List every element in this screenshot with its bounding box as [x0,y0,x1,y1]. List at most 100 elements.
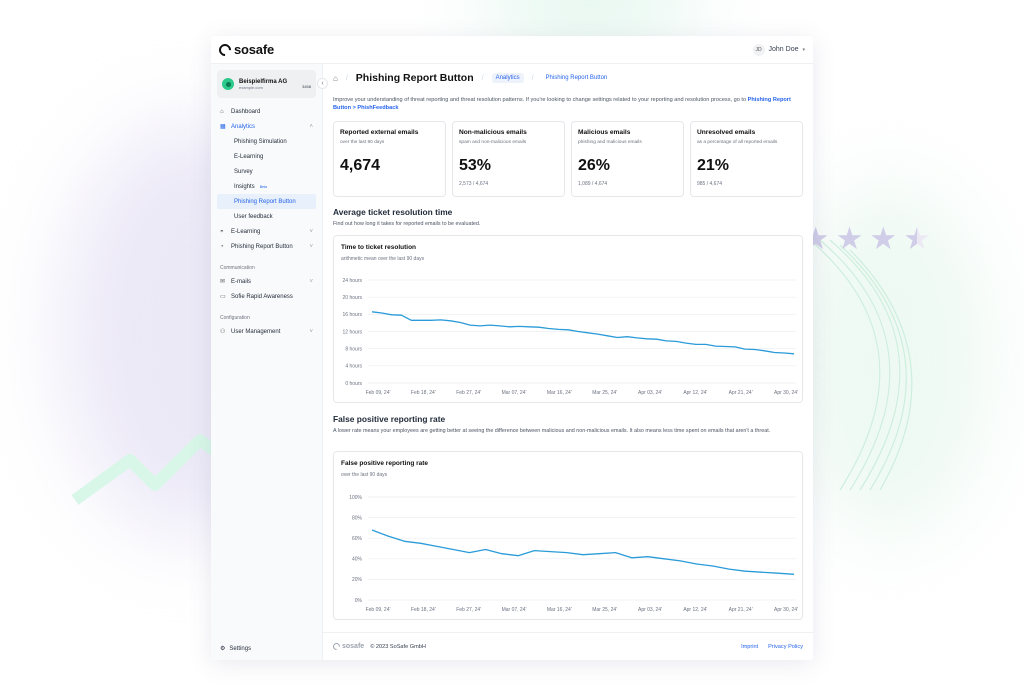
chart-resolution-time: Time to ticket resolution arithmetic mea… [333,235,803,403]
beta-badge: Beta [259,184,267,189]
org-switcher[interactable]: Beispielfirma AG example.com 3458 [217,70,316,98]
x-tick-label: Mar 16, 24' [547,607,572,613]
footer-logo-text: sosafe [342,643,365,650]
sidebar-item-e-learning[interactable]: ◓ E-Learning ˅ [211,224,322,239]
logo-text: sosafe [234,42,274,57]
stat-card: Unresolved emails as a percentage of all … [690,121,803,197]
x-tick-label: Apr 30, 24' [774,390,798,396]
x-tick-label: Apr 03, 24' [638,390,662,396]
section-title-false-positive: False positive reporting rate [333,414,446,424]
x-tick-label: Mar 07, 24' [502,390,527,396]
chevron-down-icon: ˅ [309,243,313,250]
sidebar-item-dashboard[interactable]: ⌂ Dashboard [211,104,322,119]
sidebar-item-label: Phishing Report Button [231,243,293,250]
x-tick-label: Feb 27, 24' [456,607,481,613]
sidebar-item-label: User feedback [234,213,273,220]
sidebar-item-label: Settings [229,645,252,652]
intro-text: Improve your understanding of threat rep… [333,96,803,112]
stat-card-footer: 1,089 / 4,674 [578,181,608,187]
sidebar-item-e-mails[interactable]: ✉ E-mails ˅ [211,274,322,289]
chevron-down-icon: ˅ [309,278,313,285]
chevron-down-icon: ˅ [309,328,313,335]
stat-card-title: Non-malicious emails [459,129,527,136]
report-icon: ◔ [220,243,224,250]
sosafe-logo[interactable]: sosafe [216,41,274,58]
user-name: John Doe [768,46,799,53]
star-half-icon: ★ [903,221,931,256]
y-tick-label: 40% [352,557,363,563]
sidebar-item-label: Dashboard [231,108,261,115]
sidebar-item-label: User Management [231,328,281,335]
collapse-sidebar-button[interactable]: ‹ [317,78,328,89]
org-domain: example.com [239,84,263,90]
copyright: © 2023 SoSafe GmbH [370,643,426,650]
main-content: ⌂ / Phishing Report Button / Analytics /… [323,64,813,660]
sidebar-item-survey[interactable]: Survey [211,164,322,179]
home-icon[interactable]: ⌂ [333,74,338,83]
y-tick-label: 80% [352,515,363,521]
sidebar-item-label: Insights [234,183,255,190]
sidebar-item-user-management[interactable]: ⚇ User Management ˅ [211,324,322,339]
sidebar-item-phishing-report-button[interactable]: ◔ Phishing Report Button ˅ [211,239,322,254]
avatar: JD [752,43,765,56]
sidebar-item-settings[interactable]: ⚙ Settings [220,645,252,653]
stat-cards: Reported external emails over the last 90… [333,121,803,197]
org-logo-icon [222,78,234,90]
breadcrumb-current[interactable]: Phishing Report Button [542,73,612,83]
user-menu[interactable]: JD John Doe ▾ [752,43,805,56]
sidebar-item-phishing-simulation[interactable]: Phishing Simulation [211,134,322,149]
footer-links: Imprint Privacy Policy [741,644,803,650]
sidebar-item-label: E-Learning [234,153,264,160]
imprint-link[interactable]: Imprint [741,644,758,650]
chart-svg: 0% 20% 40% 60% 80% 100% Feb 09, 24' Feb 18, 24'… [349,495,798,613]
sidebar-item-phishing-report-button-analytics[interactable]: Phishing Report Button [217,194,316,209]
sidebar-item-label: E-mails [231,278,252,285]
breadcrumb-analytics[interactable]: Analytics [491,73,524,83]
chat-icon: ▭ [220,294,226,300]
chevron-up-icon: ˄ [309,123,313,130]
stat-card-title: Reported external emails [340,129,419,136]
sidebar-item-user-feedback[interactable]: User feedback [211,209,322,224]
stat-card-footer: 985 / 4,674 [697,181,723,187]
y-tick-label: 12 hours [343,329,363,335]
y-tick-label: 100% [349,495,362,501]
logo-icon [216,41,234,58]
stat-card-value: 21% [697,157,730,174]
stat-card-value: 26% [578,157,611,174]
stat-card-value: 53% [459,157,492,174]
y-tick-label: 20% [352,577,363,583]
y-tick-label: 8 hours [345,346,362,352]
sidebar-item-insights[interactable]: Insights Beta [211,179,322,194]
section-title-resolution-time: Average ticket resolution time [333,207,453,217]
star-icon: ★ [835,221,864,256]
page-header: ⌂ / Phishing Report Button / Analytics /… [333,72,611,84]
sidebar-nav-communication: ✉ E-mails ˅ ▭ Sofie Rapid Awareness [211,274,322,304]
stat-card: Reported external emails over the last 90… [333,121,446,197]
section-desc-false-positive: A lower rate means your employees are ge… [333,428,771,434]
x-tick-label: Apr 30, 24' [774,607,798,613]
stat-card-subtitle: phishing and malicious emails [578,140,642,145]
y-tick-label: 4 hours [345,364,362,370]
y-tick-label: 0% [355,598,363,604]
y-tick-label: 60% [352,536,363,542]
series-line [371,311,795,355]
sidebar-item-e-learning-analytics[interactable]: E-Learning [211,149,322,164]
footer-logo: sosafe [331,641,365,652]
sidebar-item-label: Survey [234,168,253,175]
sidebar-item-sofie[interactable]: ▭ Sofie Rapid Awareness [211,289,322,304]
stat-card-value: 4,674 [340,157,381,174]
chevron-down-icon: ˅ [309,228,313,235]
org-name: Beispielfirma AG [239,78,288,85]
sidebar-item-analytics[interactable]: ▦ Analytics ˄ [211,119,322,134]
x-tick-label: Mar 07, 24' [502,607,527,613]
chart-false-positive: False positive reporting rate over the l… [333,451,803,620]
series-line [371,529,795,575]
gear-icon: ⚙ [220,646,226,652]
top-bar: sosafe JD John Doe ▾ [211,36,813,64]
y-tick-label: 16 hours [343,312,363,318]
x-tick-label: Mar 16, 24' [547,390,572,396]
breadcrumb-separator: / [531,74,534,82]
privacy-policy-link[interactable]: Privacy Policy [768,644,803,650]
page-title: Phishing Report Button [355,72,474,84]
x-tick-label: Mar 25, 24' [592,607,617,613]
